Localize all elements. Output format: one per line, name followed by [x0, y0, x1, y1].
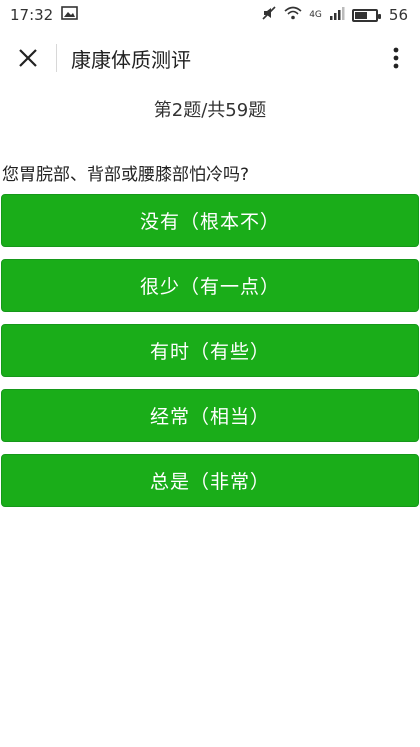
battery-percent: 56 [388, 6, 408, 24]
option-often[interactable]: 经常（相当） [1, 389, 419, 442]
signal-icon [329, 6, 345, 24]
status-left: 17:32 [10, 6, 79, 24]
image-notification-icon [61, 6, 79, 24]
question-progress: 第2题/共59题 [153, 100, 267, 121]
status-bar: 17:32 4G 56 [0, 0, 420, 30]
option-sometimes[interactable]: 有时（有些） [1, 324, 419, 377]
option-rarely[interactable]: 很少（有一点） [1, 259, 419, 312]
status-time: 17:32 [10, 6, 54, 24]
battery-icon [351, 8, 381, 22]
answer-options: 没有（根本不） 很少（有一点） 有时（有些） 经常（相当） 总是（非常） [0, 194, 420, 507]
option-never[interactable]: 没有（根本不） [1, 194, 419, 247]
status-right: 4G 56 [261, 5, 408, 25]
wifi-icon [284, 6, 302, 24]
close-button[interactable] [0, 30, 56, 86]
option-always[interactable]: 总是（非常） [1, 454, 419, 507]
network-type-label: 4G [309, 10, 322, 20]
close-icon [19, 49, 37, 67]
more-options-button[interactable] [372, 30, 420, 86]
mute-icon [261, 5, 277, 25]
question-text: 您胃脘部、背部或腰膝部怕冷吗? [2, 165, 250, 185]
nav-bar: 康康体质测评 [0, 30, 420, 86]
more-vertical-icon [393, 47, 399, 69]
page-title: 康康体质测评 [71, 47, 191, 72]
